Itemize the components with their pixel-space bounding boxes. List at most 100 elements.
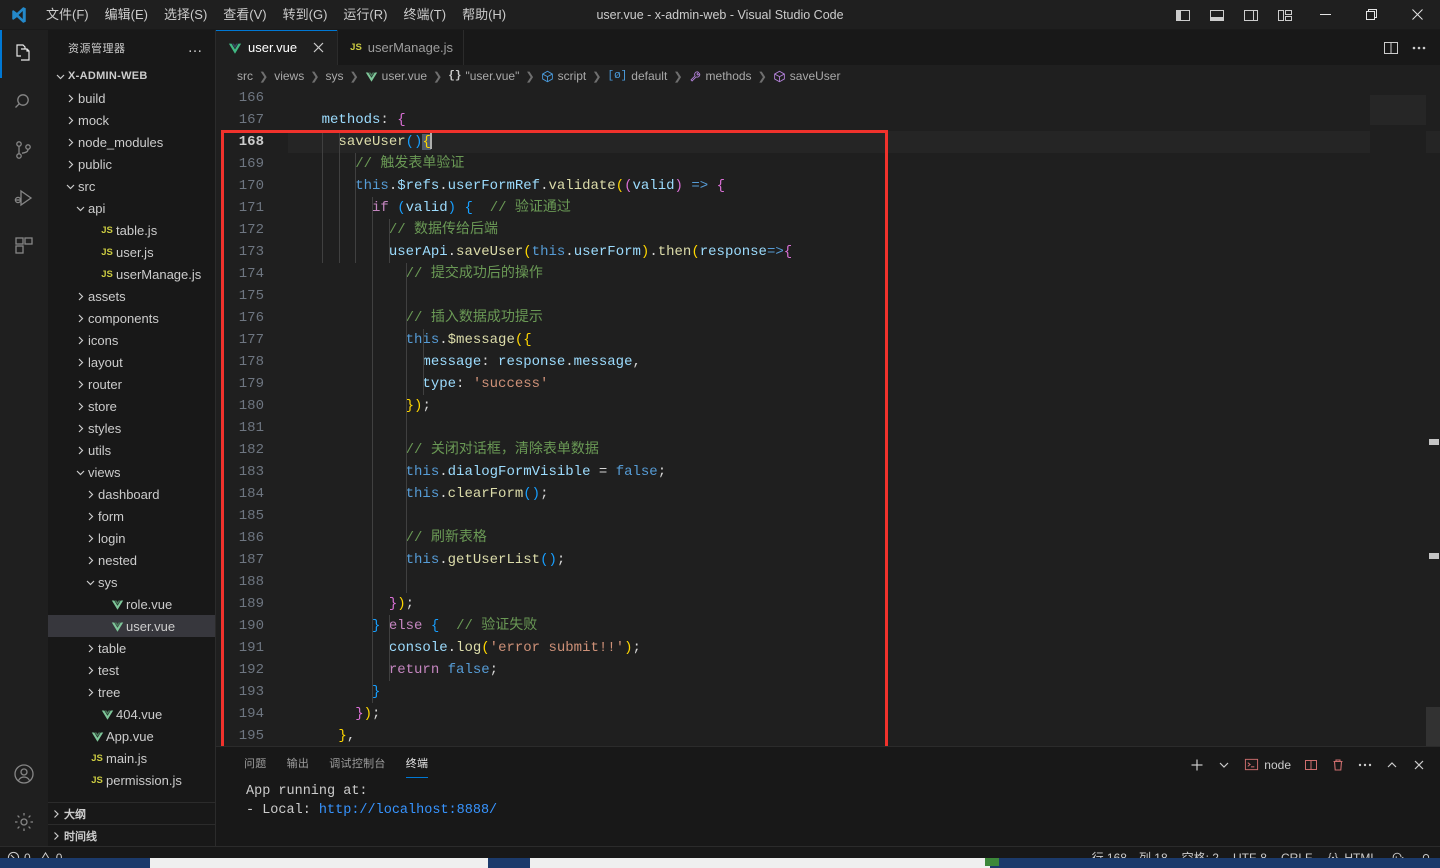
- customize-layout-icon[interactable]: [1268, 0, 1302, 30]
- panel-tab-terminal[interactable]: 终端: [396, 747, 439, 782]
- toggle-panel-icon[interactable]: [1200, 0, 1234, 30]
- menu-file[interactable]: 文件(F): [38, 0, 97, 30]
- code-line[interactable]: [288, 571, 1440, 593]
- tree-item-store[interactable]: store: [48, 395, 215, 417]
- breadcrumb-item-uservue[interactable]: {} "user.vue": [445, 69, 522, 83]
- code-line[interactable]: type: 'success': [288, 373, 1440, 395]
- terminal-output[interactable]: App running at: - Local: http://localhos…: [216, 782, 1440, 846]
- tree-item-sys[interactable]: sys: [48, 571, 215, 593]
- more-actions-icon[interactable]: [1352, 752, 1378, 778]
- code-line[interactable]: // 数据传给后端: [288, 219, 1440, 241]
- code-line[interactable]: // 触发表单验证: [288, 153, 1440, 175]
- breadcrumb-item-methods[interactable]: methods: [686, 69, 755, 83]
- close-button[interactable]: [1394, 0, 1440, 30]
- breadcrumb-item-uservue[interactable]: user.vue: [362, 69, 430, 83]
- tree-item-layout[interactable]: layout: [48, 351, 215, 373]
- tree-item-tree[interactable]: tree: [48, 681, 215, 703]
- tree-item-styles[interactable]: styles: [48, 417, 215, 439]
- settings-gear-icon[interactable]: [0, 798, 48, 846]
- search-icon[interactable]: [0, 78, 48, 126]
- code-line[interactable]: userApi.saveUser(this.userForm).then(res…: [288, 241, 1440, 263]
- tree-item-mock[interactable]: mock: [48, 109, 215, 131]
- panel-tab-debug-console[interactable]: 调试控制台: [319, 747, 396, 782]
- editor-vertical-scrollbar[interactable]: [1426, 87, 1440, 746]
- breadcrumb-item-src[interactable]: src: [234, 69, 256, 83]
- minimap-slider[interactable]: [1370, 95, 1426, 125]
- code-line[interactable]: });: [288, 703, 1440, 725]
- code-line[interactable]: } else { // 验证失败: [288, 615, 1440, 637]
- breadcrumb[interactable]: src ❯ views ❯ sys ❯ user.vue ❯{} "user.vue" ❯ scri…: [216, 65, 1440, 87]
- tree-item-table-js[interactable]: JS table.js: [48, 219, 215, 241]
- terminal-link[interactable]: http://localhost:8888/: [319, 803, 497, 818]
- code-line[interactable]: this.getUserList();: [288, 549, 1440, 571]
- toggle-secondary-sidebar-icon[interactable]: [1234, 0, 1268, 30]
- breadcrumb-item-saveuser[interactable]: saveUser: [770, 69, 844, 83]
- sidebar-more-actions-icon[interactable]: …: [182, 40, 210, 55]
- explorer-icon[interactable]: [0, 30, 48, 78]
- tree-item-icons[interactable]: icons: [48, 329, 215, 351]
- menu-selection[interactable]: 选择(S): [156, 0, 215, 30]
- tree-item-components[interactable]: components: [48, 307, 215, 329]
- code-line[interactable]: return false;: [288, 659, 1440, 681]
- new-terminal-icon[interactable]: [1184, 752, 1210, 778]
- accounts-icon[interactable]: [0, 750, 48, 798]
- menu-go[interactable]: 转到(G): [275, 0, 336, 30]
- more-actions-icon[interactable]: [1406, 35, 1432, 61]
- tree-item-views[interactable]: views: [48, 461, 215, 483]
- tree-item-404-vue[interactable]: 404.vue: [48, 703, 215, 725]
- minimize-button[interactable]: [1302, 0, 1348, 30]
- tree-item-main-js[interactable]: JS main.js: [48, 747, 215, 769]
- menu-edit[interactable]: 编辑(E): [97, 0, 156, 30]
- code-line[interactable]: // 关闭对话框，清除表单数据: [288, 439, 1440, 461]
- code-line[interactable]: [288, 505, 1440, 527]
- split-editor-icon[interactable]: [1378, 35, 1404, 61]
- tree-item-nested[interactable]: nested: [48, 549, 215, 571]
- tree-item-user-js[interactable]: JS user.js: [48, 241, 215, 263]
- tree-item-permission-js[interactable]: JS permission.js: [48, 769, 215, 791]
- trash-icon[interactable]: [1325, 752, 1351, 778]
- tree-item-form[interactable]: form: [48, 505, 215, 527]
- run-and-debug-icon[interactable]: [0, 174, 48, 222]
- scrollbar-thumb[interactable]: [1426, 707, 1440, 746]
- code-line[interactable]: this.$message({: [288, 329, 1440, 351]
- tree-item-utils[interactable]: utils: [48, 439, 215, 461]
- tree-item-build[interactable]: build: [48, 87, 215, 109]
- code-line[interactable]: [288, 285, 1440, 307]
- code-line[interactable]: });: [288, 395, 1440, 417]
- breadcrumb-item-views[interactable]: views: [271, 69, 307, 83]
- tree-item-assets[interactable]: assets: [48, 285, 215, 307]
- tree-item-router[interactable]: router: [48, 373, 215, 395]
- tree-item-role-vue[interactable]: role.vue: [48, 593, 215, 615]
- breadcrumb-item-sys[interactable]: sys: [322, 69, 346, 83]
- tree-item-test[interactable]: test: [48, 659, 215, 681]
- tree-item-login[interactable]: login: [48, 527, 215, 549]
- panel-tab-problems[interactable]: 问题: [234, 747, 277, 782]
- terminal-shell-selector[interactable]: node: [1238, 752, 1297, 778]
- panel-tab-output[interactable]: 输出: [277, 747, 320, 782]
- minimap[interactable]: [1370, 87, 1426, 746]
- toggle-primary-sidebar-icon[interactable]: [1166, 0, 1200, 30]
- sidebar-section-timeline[interactable]: 时间线: [48, 824, 215, 846]
- code-line[interactable]: if (valid) { // 验证通过: [288, 197, 1440, 219]
- tree-item-app-vue[interactable]: App.vue: [48, 725, 215, 747]
- code-line[interactable]: saveUser(){: [288, 131, 1440, 153]
- code-line[interactable]: // 刷新表格: [288, 527, 1440, 549]
- code-line[interactable]: this.$refs.userFormRef.validate((valid) …: [288, 175, 1440, 197]
- close-icon[interactable]: [1406, 752, 1432, 778]
- code-line[interactable]: });: [288, 593, 1440, 615]
- tree-item-public[interactable]: public: [48, 153, 215, 175]
- tree-item-table[interactable]: table: [48, 637, 215, 659]
- maximize-button[interactable]: [1348, 0, 1394, 30]
- file-tree[interactable]: X-ADMIN-WEB build mock node_modules public sr…: [48, 65, 215, 802]
- code-line[interactable]: }: [288, 681, 1440, 703]
- code-line[interactable]: this.dialogFormVisible = false;: [288, 461, 1440, 483]
- chevron-down-icon[interactable]: [1211, 752, 1237, 778]
- menu-help[interactable]: 帮助(H): [454, 0, 514, 30]
- code-line[interactable]: methods: {: [288, 109, 1440, 131]
- extensions-icon[interactable]: [0, 222, 48, 270]
- code-line[interactable]: },: [288, 725, 1440, 746]
- code-line[interactable]: this.clearForm();: [288, 483, 1440, 505]
- code-content[interactable]: methods: { saveUser(){ // 触发表单验证 this.$r…: [284, 87, 1440, 746]
- tree-item-src[interactable]: src: [48, 175, 215, 197]
- code-line[interactable]: // 插入数据成功提示: [288, 307, 1440, 329]
